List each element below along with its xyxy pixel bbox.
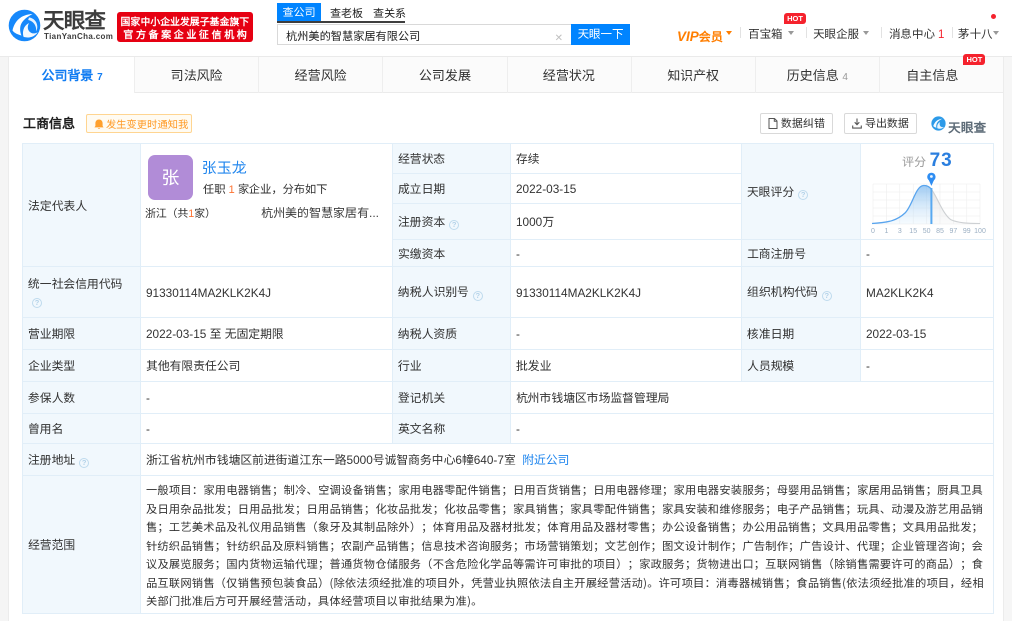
svg-text:97: 97 bbox=[950, 228, 958, 235]
svg-text:15: 15 bbox=[909, 228, 917, 235]
svg-text:50: 50 bbox=[923, 228, 931, 235]
svg-text:3: 3 bbox=[898, 228, 902, 235]
svg-text:99: 99 bbox=[963, 228, 971, 235]
svg-text:100: 100 bbox=[974, 228, 986, 235]
svg-text:0: 0 bbox=[871, 228, 875, 235]
svg-text:1: 1 bbox=[884, 228, 888, 235]
svg-text:85: 85 bbox=[936, 228, 944, 235]
